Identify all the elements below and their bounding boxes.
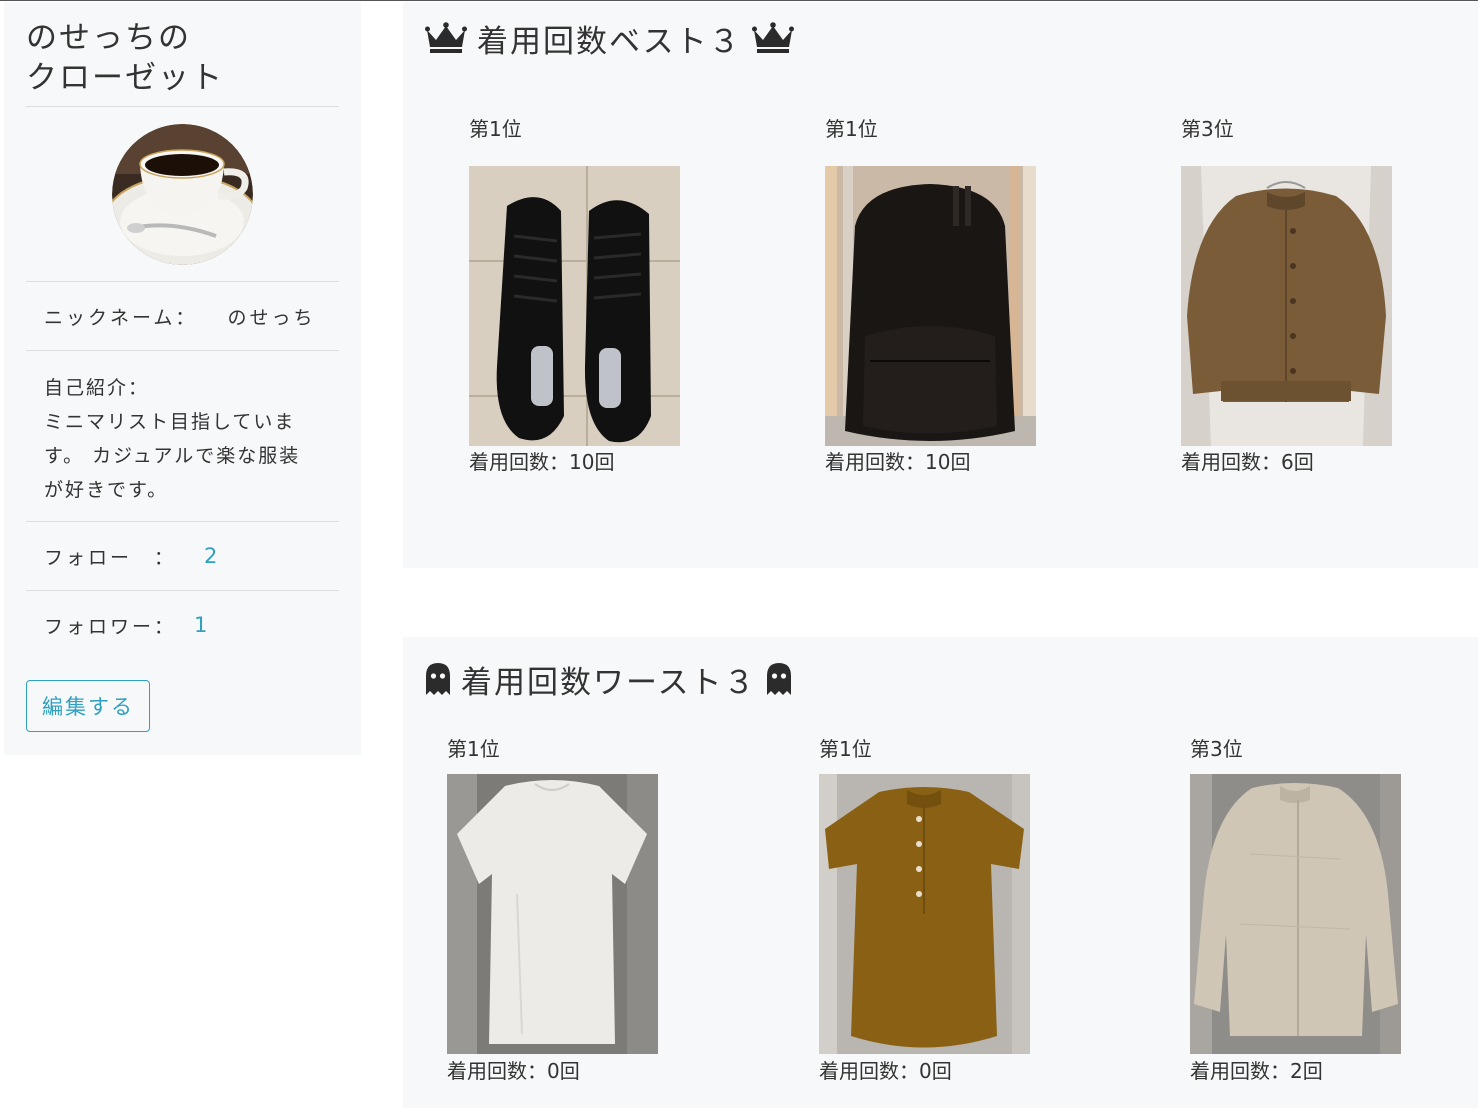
best-ranking-panel: 着用回数ベスト３ 第1位 着用回数：10回 第1位 着用回数：10回 第3位 着… <box>403 2 1478 568</box>
wear-count-label: 着用回数：2回 <box>1190 1059 1323 1083</box>
item-photo-mustard-blouse[interactable] <box>819 774 1030 1054</box>
edit-profile-button[interactable]: 編集する <box>26 680 150 732</box>
item-photo-beige-linen-shirt[interactable] <box>1190 774 1401 1054</box>
avatar <box>112 123 253 265</box>
worst-title-text: 着用回数ワースト３ <box>461 664 757 701</box>
wear-count-label: 着用回数：0回 <box>447 1059 580 1083</box>
wear-count-label: 着用回数：10回 <box>469 450 615 474</box>
wear-count-label: 着用回数：10回 <box>825 450 971 474</box>
crown-icon <box>751 22 794 53</box>
item-photo-white-tshirt[interactable] <box>447 774 658 1054</box>
follower-row: フォロワー： 1 <box>26 591 339 659</box>
item-photo-brown-jacket[interactable] <box>1181 166 1392 446</box>
follow-row: フォロー ： 2 <box>26 522 339 590</box>
crown-icon <box>425 22 467 53</box>
profile-sidebar: のせっちの クローゼット ニックネーム： のせっち 自己紹介： ミニマリスト目指… <box>4 2 361 755</box>
wear-count-label: 着用回数：6回 <box>1181 450 1314 474</box>
nickname-label: ニックネーム： <box>44 306 198 329</box>
intro-label: 自己紹介： <box>44 377 150 399</box>
nickname-row: ニックネーム： のせっち <box>26 282 339 350</box>
best-title-text: 着用回数ベスト３ <box>477 23 742 60</box>
site-title: のせっちの クローゼット <box>26 20 224 96</box>
nickname-value: のせっち <box>227 306 316 329</box>
avatar-container <box>26 107 339 281</box>
rank-label: 第1位 <box>469 117 522 141</box>
top-border <box>0 0 1478 1</box>
follow-count-link[interactable]: 2 <box>204 544 217 568</box>
best-ranking-title: 着用回数ベスト３ <box>425 16 794 60</box>
item-photo-black-backpack[interactable] <box>825 166 1036 446</box>
wear-count-label: 着用回数：0回 <box>819 1059 952 1083</box>
rank-label: 第1位 <box>447 737 500 761</box>
follower-count-link[interactable]: 1 <box>194 613 207 637</box>
ghost-icon <box>426 663 450 695</box>
worst-ranking-panel: 着用回数ワースト３ 第1位 着用回数：0回 第1位 着用回数：0回 第3位 着用… <box>403 637 1478 1108</box>
rank-label: 第3位 <box>1190 737 1243 761</box>
rank-label: 第1位 <box>825 117 878 141</box>
rank-label: 第3位 <box>1181 117 1234 141</box>
intro-section: 自己紹介： ミニマリスト目指していま す。 カジュアルで楽な服装が好きです。 <box>26 351 339 521</box>
item-photo-black-sneakers[interactable] <box>469 166 680 446</box>
ghost-icon <box>767 663 792 695</box>
follower-label: フォロワー： <box>44 615 177 638</box>
worst-ranking-title: 着用回数ワースト３ <box>425 657 792 701</box>
follow-label: フォロー ： <box>44 546 177 569</box>
intro-text: ミニマリスト目指していま す。 カジュアルで楽な服装が好きです。 <box>44 411 301 501</box>
rank-label: 第1位 <box>819 737 872 761</box>
